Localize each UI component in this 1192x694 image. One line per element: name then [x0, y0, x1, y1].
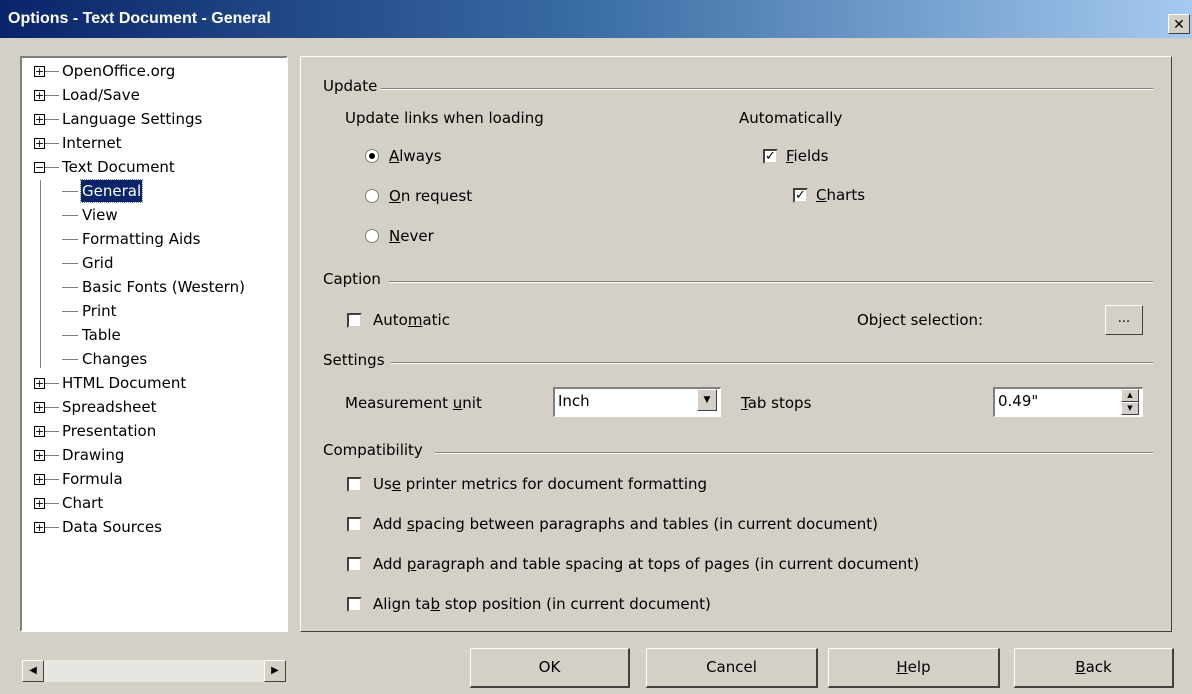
tree-connector — [40, 180, 41, 368]
charts-checkbox[interactable]: ✓ — [793, 188, 808, 203]
radio-never[interactable] — [365, 229, 379, 243]
tree-item-label: Drawing — [62, 446, 125, 464]
update-links-label: Update links when loading — [345, 109, 544, 127]
measurement-unit-label: Measurement unit — [345, 394, 482, 412]
tree-item-label: Formula — [62, 470, 123, 488]
arrow-down-icon: ▼ — [1127, 404, 1133, 412]
update-heading: Update — [323, 77, 378, 95]
object-selection-button[interactable]: ... — [1105, 305, 1143, 335]
category-tree[interactable]: + OpenOffice.org + Load/Save + Language Set… — [20, 56, 288, 632]
close-button[interactable]: ✕ — [1168, 14, 1190, 34]
radio-always-label[interactable]: Always — [389, 147, 442, 165]
arrow-up-icon: ▲ — [1127, 391, 1133, 399]
tab-stops-increment[interactable]: ▲ — [1121, 389, 1139, 402]
measurement-unit-dropdown-button[interactable]: ▼ — [697, 389, 717, 411]
expand-icon[interactable]: + — [34, 450, 45, 461]
back-button[interactable]: Back — [1014, 648, 1174, 688]
help-button[interactable]: Help — [828, 648, 1000, 688]
scroll-left-button[interactable]: ◀ — [22, 660, 44, 682]
chevron-down-icon: ▼ — [703, 395, 711, 405]
tree-item-label: General — [79, 179, 144, 203]
title-bar: Options - Text Document - General ✕ — [0, 0, 1192, 38]
measurement-unit-value: Inch — [558, 392, 590, 410]
printer-metrics-label[interactable]: Use printer metrics for document formatt… — [373, 475, 707, 493]
caption-heading: Caption — [323, 270, 381, 288]
expand-icon[interactable]: + — [34, 378, 45, 389]
settings-heading: Settings — [323, 351, 385, 369]
tree-item-label: Formatting Aids — [82, 230, 201, 248]
expand-icon[interactable]: + — [34, 138, 45, 149]
radio-on-request[interactable] — [365, 189, 379, 203]
tab-stops-decrement[interactable]: ▼ — [1121, 402, 1139, 415]
spacing-tops-checkbox[interactable] — [347, 557, 362, 572]
expand-icon[interactable]: + — [34, 90, 45, 101]
scroll-right-button[interactable]: ▶ — [264, 660, 286, 682]
spacing-tops-label[interactable]: Add paragraph and table spacing at tops … — [373, 555, 919, 573]
arrow-left-icon: ◀ — [29, 665, 37, 676]
tab-stops-label: Tab stops — [741, 394, 812, 412]
tree-item-label: OpenOffice.org — [62, 62, 176, 80]
automatic-caption-checkbox[interactable] — [347, 313, 362, 328]
tree-item-label: Grid — [82, 254, 114, 272]
expand-icon[interactable]: + — [34, 426, 45, 437]
spacing-between-label[interactable]: Add spacing between paragraphs and table… — [373, 515, 878, 533]
expand-icon[interactable]: + — [34, 66, 45, 77]
radio-never-label[interactable]: Never — [389, 227, 434, 245]
automatically-label: Automatically — [739, 109, 843, 127]
compatibility-heading: Compatibility — [323, 441, 423, 459]
expand-icon[interactable]: + — [34, 402, 45, 413]
fields-checkbox[interactable]: ✓ — [763, 149, 778, 164]
tree-item-label: Basic Fonts (Western) — [82, 278, 245, 296]
separator — [391, 362, 1153, 364]
radio-on-request-label[interactable]: On request — [389, 187, 472, 205]
tree-horizontal-scrollbar[interactable]: ◀ ▶ — [22, 660, 286, 682]
fields-label[interactable]: Fields — [786, 147, 828, 165]
separator — [381, 88, 1153, 90]
tree-item-label: Spreadsheet — [62, 398, 157, 416]
checkmark-icon: ✓ — [765, 149, 776, 164]
tree-item-label: Load/Save — [62, 86, 140, 104]
tree-item-label: Chart — [62, 494, 104, 512]
object-selection-label: Object selection: — [857, 311, 984, 329]
cancel-button[interactable]: Cancel — [646, 648, 818, 688]
charts-label[interactable]: Charts — [816, 186, 865, 204]
separator — [389, 281, 1153, 283]
tree-item-label: HTML Document — [62, 374, 187, 392]
arrow-right-icon: ▶ — [271, 665, 279, 676]
tree-item-label: Data Sources — [62, 518, 162, 536]
options-panel: Update Update links when loading Always … — [300, 56, 1172, 632]
scroll-track[interactable] — [44, 660, 264, 682]
spacing-between-checkbox[interactable] — [347, 517, 362, 532]
expand-icon[interactable]: + — [34, 474, 45, 485]
expand-icon[interactable]: + — [34, 114, 45, 125]
tree-item-label: Text Document — [62, 158, 175, 176]
tree-item-label: Language Settings — [62, 110, 203, 128]
align-tab-stop-checkbox[interactable] — [347, 597, 362, 612]
measurement-unit-select[interactable]: Inch — [553, 387, 721, 417]
tree-item-label: Changes — [82, 350, 148, 368]
printer-metrics-checkbox[interactable] — [347, 477, 362, 492]
automatic-caption-label[interactable]: Automatic — [373, 311, 450, 329]
checkmark-icon: ✓ — [795, 188, 806, 203]
window-title: Options - Text Document - General — [8, 10, 271, 27]
tree-item-label: Presentation — [62, 422, 157, 440]
expand-icon[interactable]: + — [34, 498, 45, 509]
collapse-icon[interactable]: − — [34, 162, 45, 173]
tree-item-label: Table — [82, 326, 121, 344]
tree-item-label: Internet — [62, 134, 122, 152]
radio-always[interactable] — [365, 149, 379, 163]
separator — [435, 452, 1153, 454]
expand-icon[interactable]: + — [34, 522, 45, 533]
tab-stops-value: 0.49" — [998, 392, 1039, 410]
radio-selected-dot — [369, 153, 375, 159]
tree-item-label: Print — [82, 302, 117, 320]
align-tab-stop-label[interactable]: Align tab stop position (in current docu… — [373, 595, 711, 613]
tree-item-label: View — [82, 206, 118, 224]
ok-button[interactable]: OK — [470, 648, 630, 688]
